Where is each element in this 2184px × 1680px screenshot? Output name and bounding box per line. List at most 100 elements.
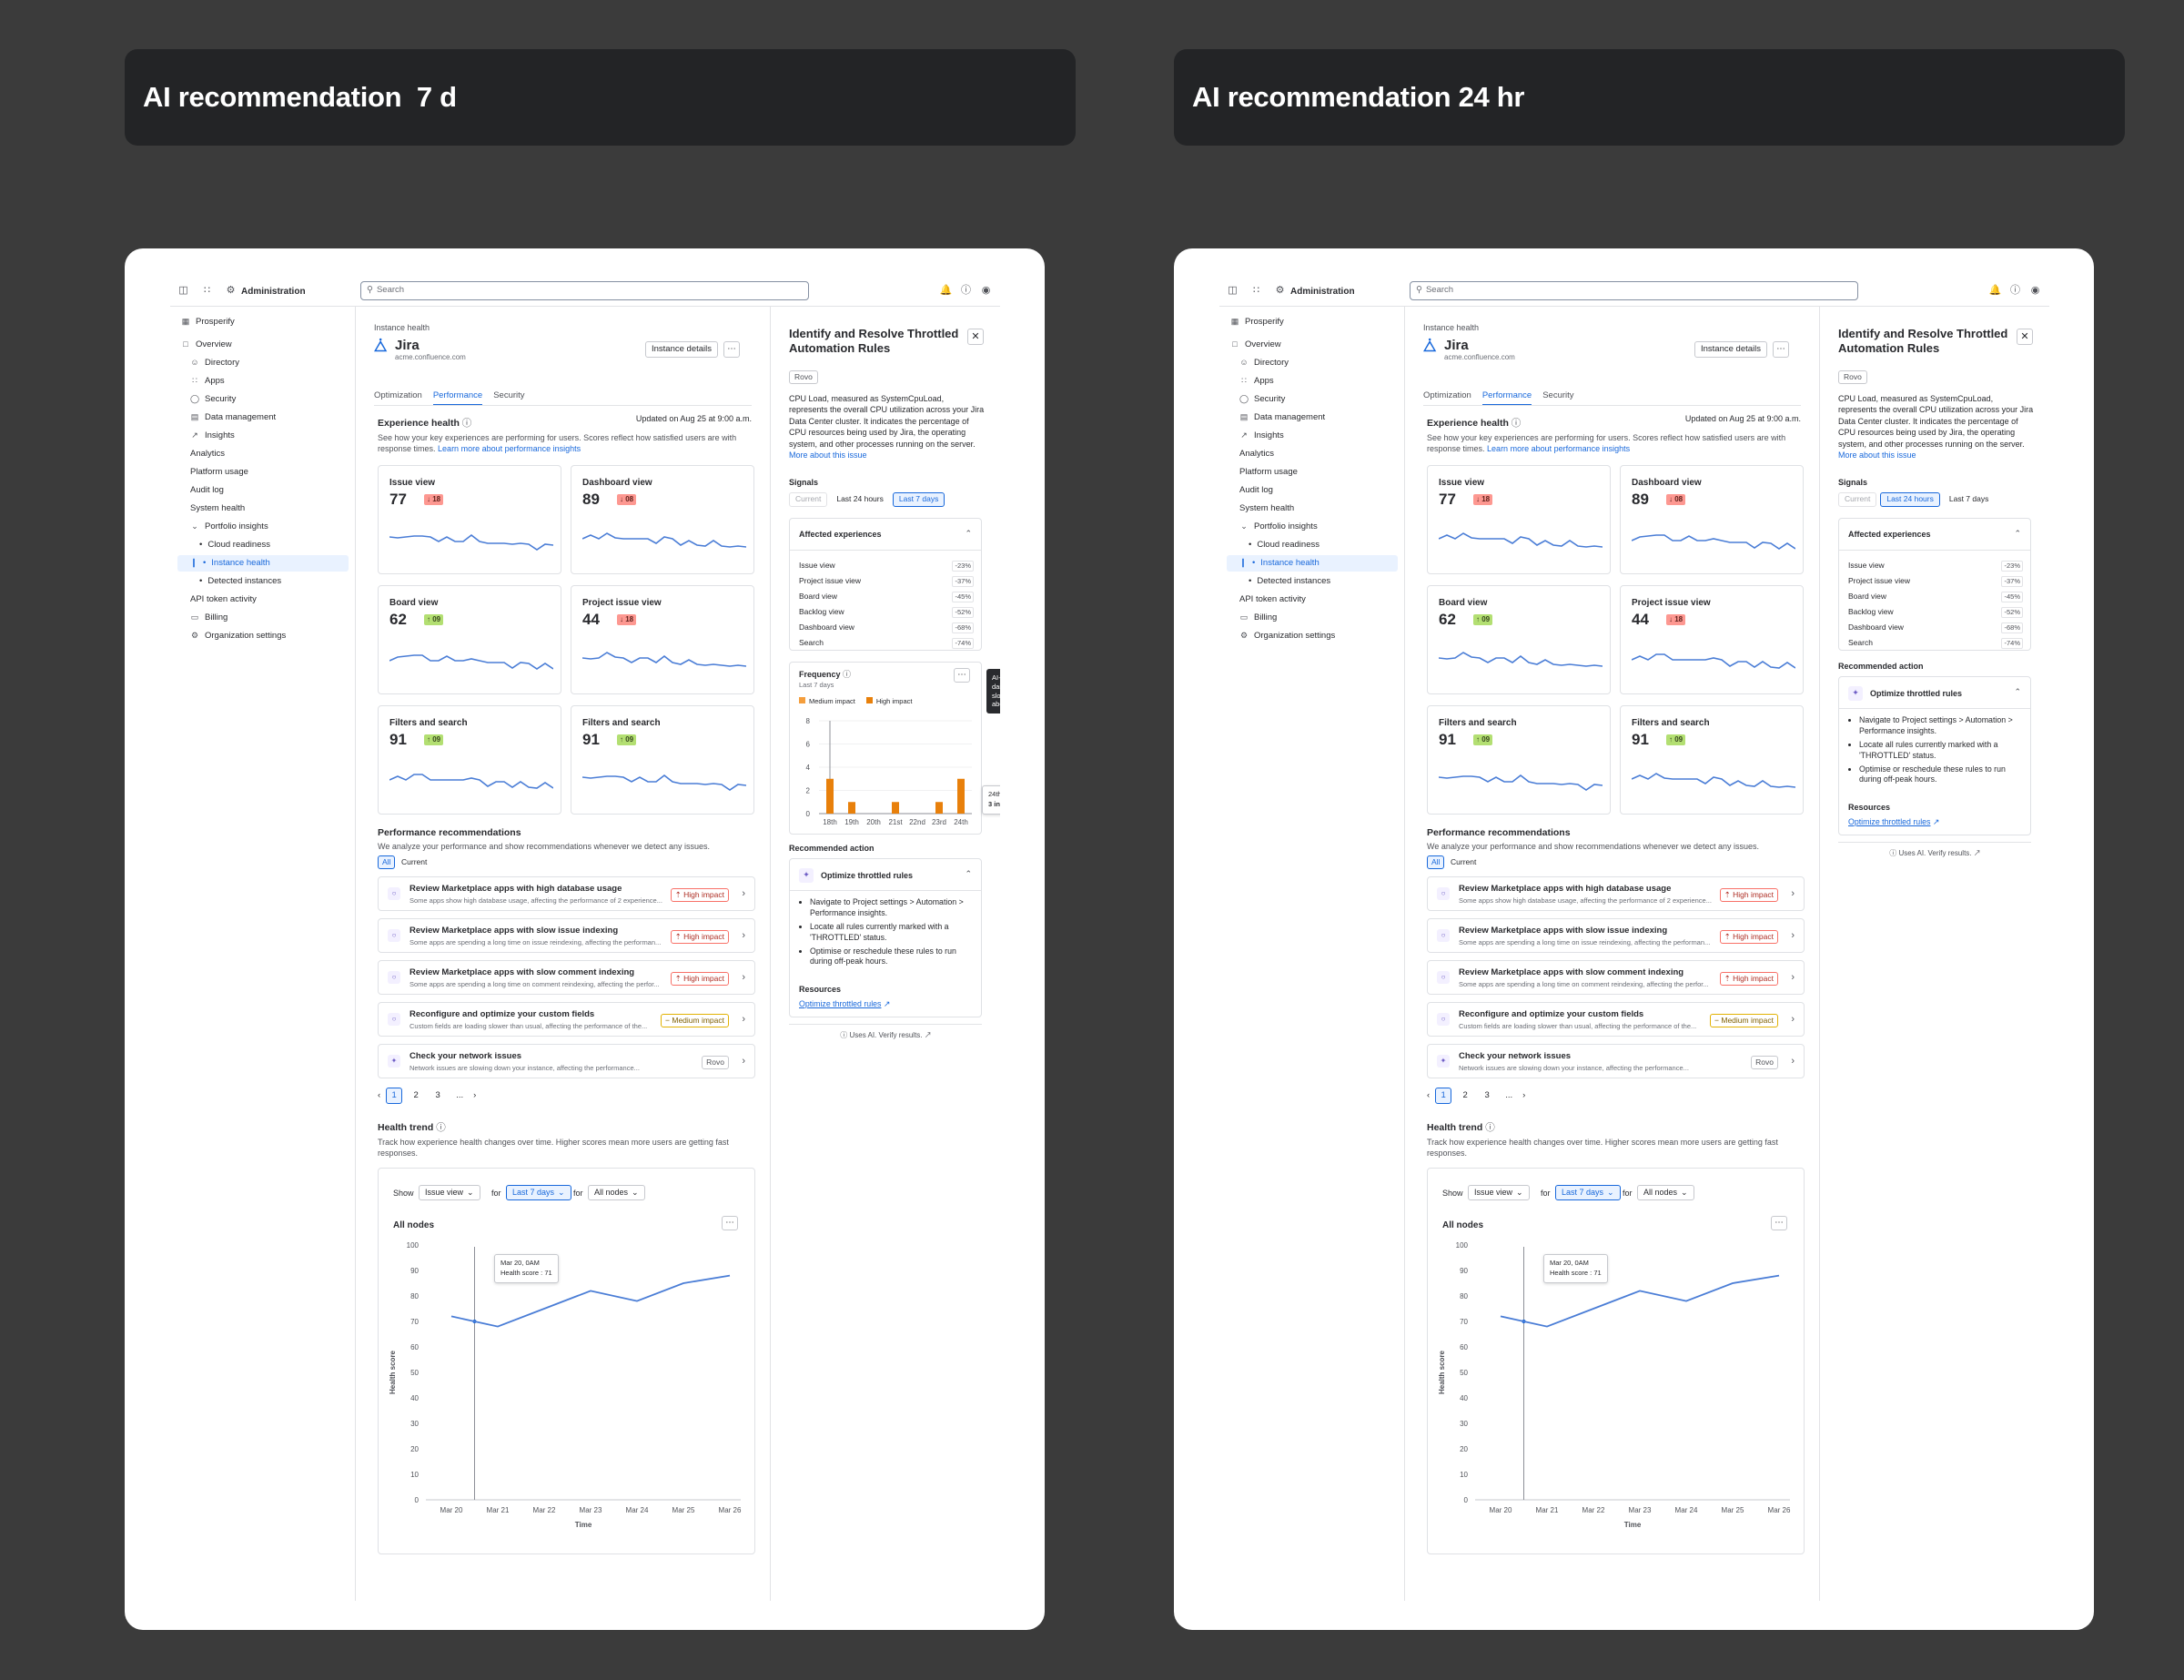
avatar-icon[interactable]: ◉ (2029, 285, 2041, 297)
seg-last-24-hours[interactable]: Last 24 hours (831, 492, 889, 507)
chevron-up-icon[interactable]: ⌃ (2014, 687, 2021, 698)
search-input[interactable]: ⚲ Search (1410, 281, 1858, 300)
metric-card-filters-and-search[interactable]: Filters and search 91 ↑ 09 (1427, 705, 1611, 815)
sidebar-item-instance-health[interactable]: ❙ • Instance health (190, 557, 270, 570)
seg-current[interactable]: Current (1838, 492, 1877, 507)
chevron-up-icon[interactable]: ⌃ (2014, 529, 2021, 540)
filter-current-button[interactable]: Current (398, 855, 430, 869)
sidebar-item-portfolio-insights[interactable]: ⌄ Portfolio insights (190, 521, 268, 533)
avatar-icon[interactable]: ◉ (980, 285, 992, 297)
instance-details-button[interactable]: Instance details (645, 341, 718, 358)
sidebar-item-data-management[interactable]: ▤ Data management (190, 411, 276, 424)
nodes-select[interactable]: All nodes ⌄ (1637, 1185, 1694, 1200)
nodes-select[interactable]: All nodes ⌄ (588, 1185, 645, 1200)
page-1[interactable]: 1 (1435, 1088, 1452, 1104)
info-icon[interactable]: ⓘ (462, 418, 472, 429)
more-about-link[interactable]: More about this issue (789, 450, 867, 460)
sidebar-item-apps[interactable]: ∷ Apps (190, 375, 225, 388)
help-icon[interactable]: ⓘ (2009, 285, 2021, 297)
recommendation-item[interactable]: ○ Review Marketplace apps with slow issu… (378, 918, 755, 953)
info-icon[interactable]: ⓘ (1512, 418, 1522, 429)
bar[interactable] (935, 802, 943, 814)
sidebar-item-security[interactable]: ◯ Security (1239, 393, 1285, 406)
sidebar-item-security[interactable]: ◯ Security (190, 393, 236, 406)
sidebar-item-instance-health[interactable]: ❙ • Instance health (1239, 557, 1320, 570)
sidebar-item-api-token-activity[interactable]: API token activity (190, 593, 257, 606)
tab-performance[interactable]: Performance (1481, 390, 1532, 407)
sidebar-item-directory[interactable]: ☺ Directory (1239, 357, 1289, 369)
metric-card-filters-and-search[interactable]: Filters and search 91 ↑ 09 (378, 705, 561, 815)
sidebar-item-system-health[interactable]: System health (190, 502, 245, 515)
sidebar-item-overview[interactable]: □ Overview (181, 339, 231, 351)
bar[interactable] (826, 778, 834, 814)
close-button[interactable]: ✕ (967, 329, 984, 345)
performance-insights-link[interactable]: Learn more about performance insights (1487, 444, 1630, 453)
sidebar-item-insights[interactable]: ↗ Insights (1239, 430, 1284, 442)
page-3[interactable]: 3 (430, 1088, 446, 1104)
more-actions-button[interactable]: ⋯ (723, 341, 740, 358)
frequency-more-button[interactable]: ⋯ (954, 668, 970, 683)
recommendation-item[interactable]: ○ Reconfigure and optimize your custom f… (378, 1002, 755, 1037)
bar[interactable] (848, 802, 855, 814)
instance-details-button[interactable]: Instance details (1694, 341, 1767, 358)
recommendation-item[interactable]: ○ Review Marketplace apps with high data… (378, 876, 755, 911)
org-switcher[interactable]: ▦ Prosperify (1230, 316, 1284, 329)
tab-performance[interactable]: Performance (432, 390, 483, 407)
recommendation-item[interactable]: ○ Review Marketplace apps with high data… (1427, 876, 1805, 911)
performance-insights-link[interactable]: Learn more about performance insights (438, 444, 581, 453)
info-icon[interactable]: ⓘ (1485, 1122, 1495, 1133)
app-switcher-icon[interactable]: ∷ (201, 285, 213, 297)
metric-card-dashboard-view[interactable]: Dashboard view 89 ↓ 08 (571, 465, 754, 574)
view-select[interactable]: Issue view ⌄ (1468, 1185, 1530, 1200)
range-select[interactable]: Last 7 days ⌄ (506, 1185, 571, 1200)
sidebar-item-detected-instances[interactable]: • Detected instances (199, 575, 281, 588)
metric-card-issue-view[interactable]: Issue view 77 ↓ 18 (1427, 465, 1611, 574)
filter-all-button[interactable]: All (1427, 855, 1445, 869)
tab-optimization[interactable]: Optimization (1423, 390, 1471, 406)
recommendation-item[interactable]: ✦ Check your network issues Network issu… (1427, 1044, 1805, 1078)
resource-link[interactable]: Optimize throttled rules ↗ (799, 999, 890, 1009)
sidebar-item-organization-settings[interactable]: ⚙ Organization settings (190, 630, 286, 643)
sidebar-item-detected-instances[interactable]: • Detected instances (1249, 575, 1330, 588)
seg-last-7-days[interactable]: Last 7 days (892, 492, 945, 507)
info-icon[interactable]: ⓘ (843, 670, 851, 679)
sidebar-item-platform-usage[interactable]: Platform usage (1239, 466, 1298, 479)
sidebar-item-analytics[interactable]: Analytics (190, 448, 225, 460)
sidebar-item-data-management[interactable]: ▤ Data management (1239, 411, 1325, 424)
page-2[interactable]: 2 (1457, 1088, 1473, 1104)
sidebar-item-directory[interactable]: ☺ Directory (190, 357, 239, 369)
page-3[interactable]: 3 (1479, 1088, 1495, 1104)
recommendation-item[interactable]: ○ Review Marketplace apps with slow comm… (378, 960, 755, 995)
page-2[interactable]: 2 (408, 1088, 424, 1104)
sidebar-item-organization-settings[interactable]: ⚙ Organization settings (1239, 630, 1335, 643)
sidebar-item-platform-usage[interactable]: Platform usage (190, 466, 248, 479)
filter-current-button[interactable]: Current (1447, 855, 1480, 869)
filter-all-button[interactable]: All (378, 855, 396, 869)
metric-card-board-view[interactable]: Board view 62 ↑ 09 (1427, 585, 1611, 694)
metric-card-board-view[interactable]: Board view 62 ↑ 09 (378, 585, 561, 694)
sidebar-toggle-icon[interactable]: ◫ (1227, 285, 1239, 297)
tab-security[interactable]: Security (493, 390, 524, 406)
seg-last-24-hours[interactable]: Last 24 hours (1880, 492, 1940, 507)
sidebar-item-overview[interactable]: □ Overview (1230, 339, 1280, 351)
sidebar-item-audit-log[interactable]: Audit log (190, 484, 224, 497)
health-series-line[interactable] (1500, 1274, 1780, 1328)
tab-optimization[interactable]: Optimization (374, 390, 422, 406)
recommendation-item[interactable]: ✦ Check your network issues Network issu… (378, 1044, 755, 1078)
sidebar-item-billing[interactable]: ▭ Billing (1239, 612, 1278, 624)
metric-card-project-issue-view[interactable]: Project issue view 44 ↓ 18 (571, 585, 754, 694)
health-series-line[interactable] (450, 1274, 731, 1328)
bell-icon[interactable]: 🔔 (940, 285, 953, 297)
org-switcher[interactable]: ▦ Prosperify (181, 316, 235, 329)
sidebar-item-api-token-activity[interactable]: API token activity (1239, 593, 1306, 606)
breadcrumb[interactable]: Instance health (374, 323, 430, 334)
chevron-up-icon[interactable]: ⌃ (965, 869, 972, 880)
close-button[interactable]: ✕ (2017, 329, 2033, 345)
view-select[interactable]: Issue view ⌄ (419, 1185, 480, 1200)
prev-page-icon[interactable]: ‹ (1427, 1090, 1430, 1101)
metric-card-filters-and-search-2[interactable]: Filters and search 91 ↑ 09 (1620, 705, 1804, 815)
search-input[interactable]: ⚲ Search (360, 281, 809, 300)
info-icon[interactable]: ⓘ (436, 1122, 446, 1133)
seg-current[interactable]: Current (789, 492, 828, 507)
more-about-link[interactable]: More about this issue (1838, 450, 1916, 460)
